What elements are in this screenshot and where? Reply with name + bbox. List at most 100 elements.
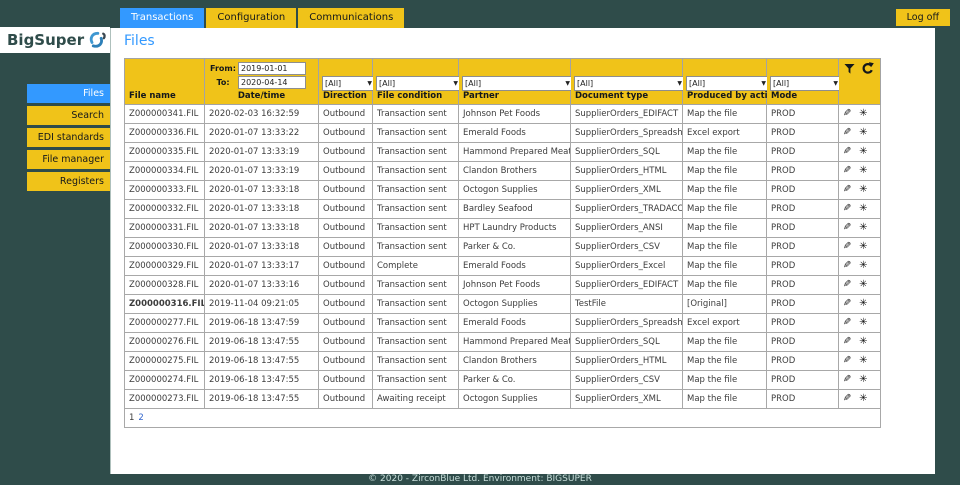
document-type-header-label: Document type <box>575 91 649 101</box>
page-title: Files <box>124 33 155 49</box>
file-condition-cell: Transaction sent <box>372 180 459 200</box>
table-row: Z000000316.FIL 2019-11-04 09:21:05 Outbo… <box>124 294 881 314</box>
datetime-header-label: Date/time <box>237 91 286 101</box>
tab-communications[interactable]: Communications <box>298 8 405 28</box>
file-condition-cell: Transaction sent <box>372 370 459 390</box>
row-actions-cell: ✎ ✳ <box>838 370 881 390</box>
table-row: Z000000334.FIL 2020-01-07 13:33:19 Outbo… <box>124 161 881 181</box>
mode-filter-select[interactable]: [All] <box>770 76 841 91</box>
edit-icon[interactable]: ✎ <box>843 165 851 176</box>
file-name-cell: Z000000275.FIL <box>124 351 205 371</box>
column-header-direction: [All] ▼ Direction <box>318 58 375 105</box>
direction-filter-select[interactable]: [All] <box>322 76 375 91</box>
direction-cell: Outbound <box>318 351 373 371</box>
edit-icon[interactable]: ✎ <box>843 260 851 271</box>
row-actions-cell: ✎ ✳ <box>838 218 881 238</box>
process-icon[interactable]: ✳ <box>859 375 867 385</box>
table-header-row: File name From: To: Date/time [Al <box>124 58 881 105</box>
row-actions-cell: ✎ ✳ <box>838 123 881 143</box>
filter-funnel-icon[interactable] <box>844 63 855 75</box>
mode-header-label: Mode <box>771 91 798 101</box>
mode-cell: PROD <box>766 313 839 333</box>
process-icon[interactable]: ✳ <box>859 394 867 404</box>
partner-cell: Clandon Brothers <box>458 161 571 181</box>
document-type-cell: SupplierOrders_EDIFACT <box>570 275 683 295</box>
edit-icon[interactable]: ✎ <box>843 374 851 385</box>
produced-by-action-cell: Map the file <box>682 142 767 162</box>
process-icon[interactable]: ✳ <box>859 223 867 233</box>
datetime-cell: 2019-06-18 13:47:55 <box>204 389 319 409</box>
sidebar-item-edi-standards[interactable]: EDI standards <box>27 128 110 147</box>
direction-cell: Outbound <box>318 294 373 314</box>
row-actions-cell: ✎ ✳ <box>838 237 881 257</box>
mode-cell: PROD <box>766 199 839 219</box>
page-2-link[interactable]: 2 <box>138 413 143 423</box>
edit-icon[interactable]: ✎ <box>843 127 851 138</box>
edit-icon[interactable]: ✎ <box>843 336 851 347</box>
table-row: Z000000332.FIL 2020-01-07 13:33:18 Outbo… <box>124 199 881 219</box>
sidebar-item-search[interactable]: Search <box>27 106 110 125</box>
mode-cell: PROD <box>766 370 839 390</box>
edit-icon[interactable]: ✎ <box>843 298 851 309</box>
datetime-cell: 2020-01-07 13:33:19 <box>204 161 319 181</box>
process-icon[interactable]: ✳ <box>859 147 867 157</box>
partner-cell: Octogon Supplies <box>458 294 571 314</box>
edit-icon[interactable]: ✎ <box>843 241 851 252</box>
edit-icon[interactable]: ✎ <box>843 108 851 119</box>
mode-cell: PROD <box>766 104 839 124</box>
file-name-cell: Z000000335.FIL <box>124 142 205 162</box>
process-icon[interactable]: ✳ <box>859 261 867 271</box>
file-name-header-label: File name <box>129 91 176 101</box>
sidebar-menu: Files Search EDI standards File manager … <box>27 84 110 194</box>
datetime-cell: 2020-01-07 13:33:18 <box>204 237 319 257</box>
date-from-input[interactable] <box>238 61 306 75</box>
process-icon[interactable]: ✳ <box>859 166 867 176</box>
sidebar-item-registers[interactable]: Registers <box>27 172 110 191</box>
direction-cell: Outbound <box>318 123 373 143</box>
process-icon[interactable]: ✳ <box>859 299 867 309</box>
process-icon[interactable]: ✳ <box>859 185 867 195</box>
partner-cell: Parker & Co. <box>458 237 571 257</box>
tab-configuration[interactable]: Configuration <box>206 8 297 28</box>
process-icon[interactable]: ✳ <box>859 242 867 252</box>
process-icon[interactable]: ✳ <box>859 109 867 119</box>
datetime-cell: 2020-01-07 13:33:18 <box>204 218 319 238</box>
table-row: Z000000335.FIL 2020-01-07 13:33:19 Outbo… <box>124 142 881 162</box>
edit-icon[interactable]: ✎ <box>843 222 851 233</box>
partner-cell: HPT Laundry Products <box>458 218 571 238</box>
file-name-cell: Z000000277.FIL <box>124 313 205 333</box>
edit-icon[interactable]: ✎ <box>843 355 851 366</box>
sidebar-item-files[interactable]: Files <box>27 84 110 103</box>
date-to-input[interactable] <box>238 75 306 89</box>
refresh-icon[interactable] <box>861 62 874 75</box>
tab-transactions[interactable]: Transactions <box>120 8 205 28</box>
process-icon[interactable]: ✳ <box>859 356 867 366</box>
edit-icon[interactable]: ✎ <box>843 279 851 290</box>
process-icon[interactable]: ✳ <box>859 128 867 138</box>
edit-icon[interactable]: ✎ <box>843 184 851 195</box>
produced-by-action-filter-select[interactable]: [All] <box>686 76 769 91</box>
edit-icon[interactable]: ✎ <box>843 393 851 404</box>
direction-cell: Outbound <box>318 313 373 333</box>
partner-filter-select[interactable]: [All] <box>462 76 573 91</box>
produced-by-action-cell: Map the file <box>682 180 767 200</box>
process-icon[interactable]: ✳ <box>859 318 867 328</box>
direction-cell: Outbound <box>318 161 373 181</box>
process-icon[interactable]: ✳ <box>859 337 867 347</box>
document-type-cell: SupplierOrders_XML <box>570 180 683 200</box>
process-icon[interactable]: ✳ <box>859 280 867 290</box>
sidebar-item-file-manager[interactable]: File manager <box>27 150 110 169</box>
edit-icon[interactable]: ✎ <box>843 146 851 157</box>
brand-logo: BigSuper <box>0 27 110 53</box>
edit-icon[interactable]: ✎ <box>843 317 851 328</box>
log-off-button[interactable]: Log off <box>895 9 950 26</box>
produced-by-action-cell: Map the file <box>682 218 767 238</box>
process-icon[interactable]: ✳ <box>859 204 867 214</box>
document-type-filter-select[interactable]: [All] <box>574 76 685 91</box>
file-condition-filter-select[interactable]: [All] <box>376 76 461 91</box>
produced-by-action-cell: Excel export <box>682 123 767 143</box>
page-current: 1 <box>129 413 135 423</box>
edit-icon[interactable]: ✎ <box>843 203 851 214</box>
mode-cell: PROD <box>766 218 839 238</box>
mode-cell: PROD <box>766 351 839 371</box>
